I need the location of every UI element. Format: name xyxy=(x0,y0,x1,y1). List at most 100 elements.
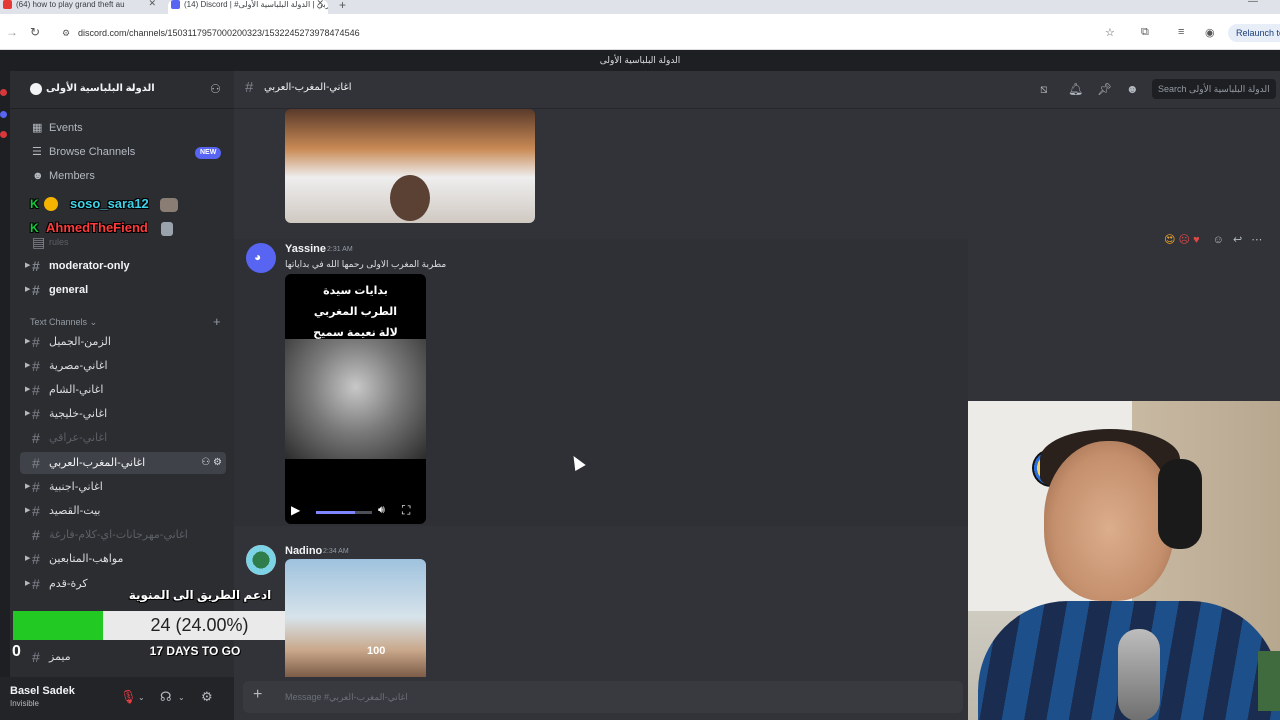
bookmark-star-icon[interactable]: ☆ xyxy=(1105,26,1115,39)
server-icon[interactable] xyxy=(0,111,7,118)
extensions-icon[interactable]: ⧉ xyxy=(1141,26,1149,39)
server-name[interactable]: الدولة البلباسية الأولى xyxy=(46,83,155,94)
close-icon[interactable]: ✕ xyxy=(316,0,324,8)
unread-indicator-icon: ▶ xyxy=(25,386,31,393)
gear-icon[interactable]: ⚙ xyxy=(213,457,222,468)
tab-title: (64) how to play grand theft au xyxy=(16,0,125,9)
minimize-icon[interactable]: — xyxy=(1248,0,1258,7)
video-caption: بدايات سيدة الطرب المغربي لالة نعيمة سمي… xyxy=(285,281,426,344)
youtube-icon xyxy=(3,0,12,9)
sidebar-item-browse-channels[interactable]: ☰ Browse Channels xyxy=(32,142,135,162)
members-icon: ☻ xyxy=(32,170,44,182)
add-reaction-icon[interactable]: ☺ xyxy=(1213,234,1224,246)
channel-name: بيت-القصيد xyxy=(49,505,101,517)
chevron-down-icon[interactable]: ⌄ xyxy=(178,693,185,702)
notification-dot[interactable] xyxy=(0,89,7,96)
avatar[interactable] xyxy=(246,545,276,575)
chevron-down-icon[interactable]: ⌄ xyxy=(138,693,145,702)
channel-item[interactable]: ▶ # moderator-only xyxy=(20,255,226,277)
channel-item-active[interactable]: # اغاني-المغرب-العربي ⚇ ⚙ xyxy=(20,452,226,474)
emoji-angry-icon[interactable]: ☹ xyxy=(1179,234,1190,246)
channel-name: moderator-only xyxy=(49,260,130,272)
channel-item[interactable]: # اغاني-عراقي xyxy=(20,427,226,449)
invite-icon[interactable]: ⚇ xyxy=(201,457,210,468)
relaunch-button[interactable]: Relaunch to xyxy=(1228,24,1280,42)
channel-item[interactable]: ▶ # الزمن-الجميل xyxy=(20,331,226,353)
hash-icon: # xyxy=(32,406,40,422)
cat-emote-icon xyxy=(160,197,179,212)
channel-item[interactable]: ▤ rules xyxy=(20,231,226,253)
sidebar-item-label: Members xyxy=(49,170,95,182)
more-icon[interactable]: ⋯ xyxy=(1251,234,1262,246)
channel-name: اغاني-المغرب-العربي xyxy=(49,457,146,469)
message-author[interactable]: Nadino xyxy=(285,545,322,557)
sidebar-item-members[interactable]: ☻ Members xyxy=(32,166,95,186)
close-icon[interactable]: ✕ xyxy=(148,0,156,8)
bell-icon[interactable]: 🔔︎ xyxy=(1068,82,1083,96)
unread-indicator-icon: ▶ xyxy=(25,286,31,293)
sidebar-item-events[interactable]: ▦ Events xyxy=(32,118,83,138)
overlay-username-text: soso_sara12 xyxy=(70,196,149,211)
webcam-person xyxy=(1044,441,1174,601)
server-rail xyxy=(0,71,10,720)
message-timestamp: 2:31 AM xyxy=(327,246,353,253)
gear-icon[interactable]: ⚙ xyxy=(201,689,213,705)
mic-muted-icon[interactable]: 🎙 xyxy=(120,689,137,705)
webcam-plant xyxy=(1258,651,1280,711)
webcam-feed xyxy=(968,401,1280,720)
sidebar-item-label: Browse Channels xyxy=(49,146,136,158)
avatar[interactable]: ◕ xyxy=(246,243,276,273)
server-header[interactable]: الدولة البلباسية الأولى ⌄ ⚇ xyxy=(10,71,234,109)
channel-name: الزمن-الجميل xyxy=(49,336,111,348)
channel-item[interactable]: ▶ # اغاني-مصرية xyxy=(20,355,226,377)
forward-icon[interactable]: → xyxy=(6,25,18,39)
new-badge: NEW xyxy=(195,147,222,159)
channel-title: اغاني-المغرب-العربي xyxy=(264,82,352,93)
threads-icon[interactable]: ⧅ xyxy=(1040,82,1048,97)
image-overlay-text: 100 xyxy=(367,645,386,657)
calendar-icon: ▦ xyxy=(32,122,43,134)
search-input[interactable]: Search الدولة البلباسية الأولى xyxy=(1152,79,1276,99)
image-attachment[interactable] xyxy=(285,559,426,677)
unread-indicator-icon: ▶ xyxy=(25,262,31,269)
category-header[interactable]: Text Channels ⌄ xyxy=(30,317,97,328)
image-attachment[interactable] xyxy=(285,109,535,223)
channel-item[interactable]: ▶ # اغاني-اجنبية xyxy=(20,476,226,498)
attach-plus-icon[interactable]: + xyxy=(253,686,262,704)
play-icon[interactable]: ▶ xyxy=(291,503,300,517)
browser-tab[interactable]: (64) how to play grand theft au ✕ xyxy=(0,0,160,14)
fullscreen-icon[interactable]: ⛶ xyxy=(402,503,410,518)
channel-item[interactable]: ▶ # مواهب-المتابعين xyxy=(20,548,226,570)
hash-icon: # xyxy=(32,503,40,519)
channel-item[interactable]: # اغاني-مهرجانات-اي-كلام-فارغة xyxy=(20,524,226,546)
video-progress-bar[interactable] xyxy=(316,511,372,514)
hash-icon: # xyxy=(32,527,40,543)
message-list[interactable]: ◕ Yassine 2:31 AM مطربة المغرب الاولى رح… xyxy=(234,109,968,677)
channel-item[interactable]: ▶ # اغاني-الشام xyxy=(20,379,226,401)
message-input[interactable] xyxy=(285,681,945,713)
emoji-heart-eyes-icon[interactable]: 😍︎ xyxy=(1164,234,1175,246)
volume-icon[interactable]: 🔊︎ xyxy=(378,504,385,517)
browser-tab-active[interactable]: (14) Discord | #اغاني-المغرب-العربي | ال… xyxy=(168,0,328,14)
user-name[interactable]: Basel Sadek xyxy=(10,685,75,697)
invite-people-icon[interactable]: ⚇ xyxy=(210,82,221,96)
pin-icon[interactable]: 📌︎ xyxy=(1097,82,1112,96)
site-info-icon[interactable]: ⚙ xyxy=(62,22,70,44)
create-channel-button[interactable]: + xyxy=(213,314,221,329)
reload-icon[interactable]: ↻ xyxy=(30,25,40,39)
profile-icon[interactable]: ◉ xyxy=(1205,26,1215,39)
channel-item[interactable]: ▶ # اغاني-خليجية xyxy=(20,403,226,425)
window-title: الدولة البلباسية الأولى xyxy=(0,50,1280,71)
channel-item[interactable]: ▶ # بيت-القصيد xyxy=(20,500,226,522)
headphones-icon[interactable]: ☊ xyxy=(160,689,172,705)
chevron-down-icon[interactable]: ⌄ xyxy=(128,82,136,93)
message-author[interactable]: Yassine xyxy=(285,243,326,255)
url-field[interactable]: ⚙ discord.com/channels/15031179570002003… xyxy=(56,22,1131,44)
new-tab-button[interactable]: + xyxy=(339,0,346,12)
member-list-icon[interactable]: ☻ xyxy=(1126,82,1139,96)
channel-item[interactable]: ▶ # general xyxy=(20,279,226,301)
reply-icon[interactable]: ↩ xyxy=(1233,234,1242,246)
heart-icon[interactable]: ♥ xyxy=(1193,234,1200,246)
media-controls-icon[interactable]: ≡ xyxy=(1178,26,1184,38)
notification-dot[interactable] xyxy=(0,131,7,138)
